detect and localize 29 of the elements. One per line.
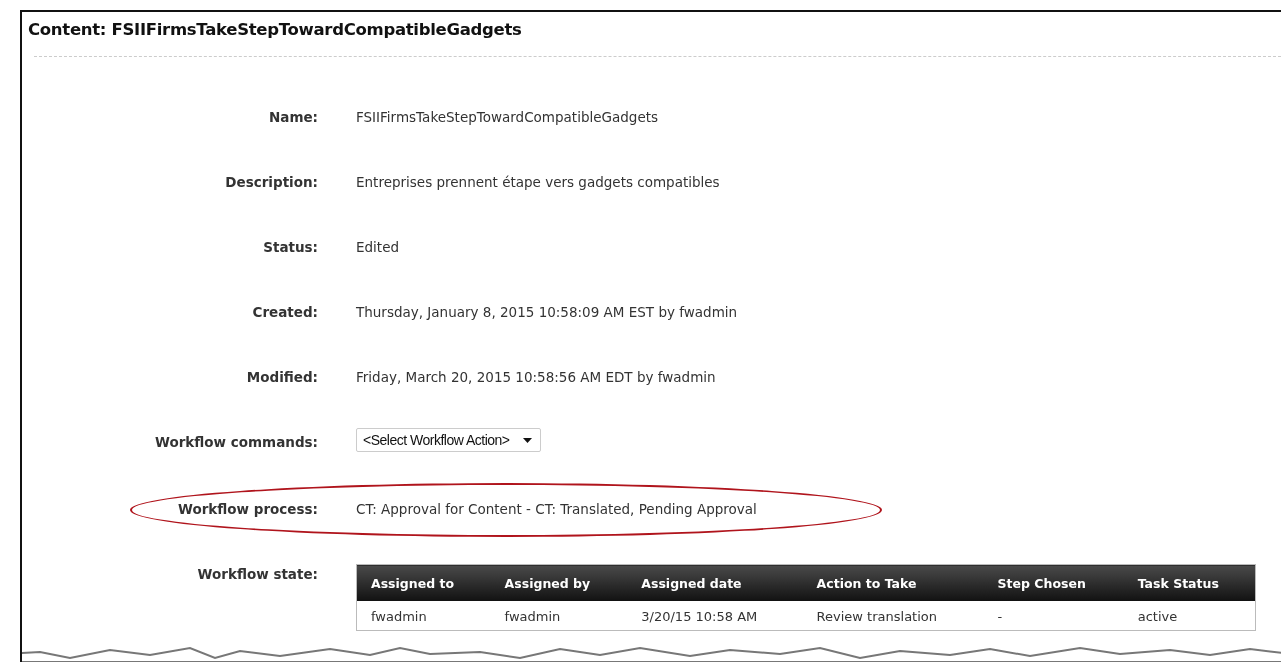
table-cell: Review translation bbox=[802, 601, 984, 631]
field-label: Modified: bbox=[245, 368, 319, 385]
column-header: Action to Take bbox=[802, 564, 984, 601]
field-value: CT: Approval for Content - CT: Translated, Pending Approval bbox=[356, 500, 757, 517]
column-header: Assigned by bbox=[490, 564, 628, 601]
page-title: Content: FSIIFirmsTakeStepTowardCompatibleGadgets bbox=[27, 19, 523, 39]
field-label: Created: bbox=[251, 303, 319, 320]
field-value: FSIIFirmsTakeStepTowardCompatibleGadgets bbox=[356, 108, 659, 125]
table-cell: fwadmin bbox=[356, 601, 491, 631]
table-cell: fwadmin bbox=[490, 601, 628, 631]
field-label: Description: bbox=[224, 173, 319, 190]
column-header: Assigned to bbox=[356, 564, 491, 601]
column-header: Task Status bbox=[1123, 564, 1256, 601]
column-header: Step Chosen bbox=[983, 564, 1124, 601]
field-label: Workflow commands: bbox=[154, 433, 319, 450]
field-label: Workflow state: bbox=[196, 565, 319, 582]
table-cell: - bbox=[983, 601, 1124, 631]
field-label: Workflow process: bbox=[177, 500, 319, 517]
table-cell: active bbox=[1123, 601, 1256, 631]
field-label: Status: bbox=[262, 238, 319, 255]
workflow-action-dropdown[interactable]: <Select Workflow Action> bbox=[356, 428, 542, 452]
caret-icon bbox=[523, 437, 533, 443]
field-value: Entreprises prennent étape vers gadgets compatibles bbox=[356, 173, 720, 190]
field-value: Edited bbox=[356, 238, 400, 255]
field-value: Friday, March 20, 2015 10:58:56 AM EDT by fwadmin bbox=[356, 368, 716, 385]
table-cell: 3/20/15 10:58 AM bbox=[627, 601, 803, 631]
field-label: Name: bbox=[267, 108, 319, 125]
column-header: Assigned date bbox=[627, 564, 803, 601]
field-value: Thursday, January 8, 2015 10:58:09 AM EST by fwadmin bbox=[356, 303, 738, 320]
